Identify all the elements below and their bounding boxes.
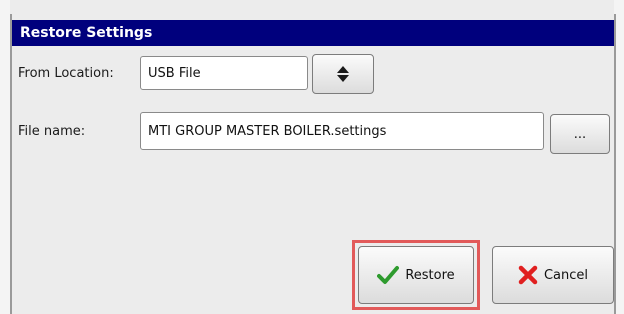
cancel-button[interactable]: Cancel bbox=[492, 246, 614, 304]
x-icon bbox=[518, 265, 538, 285]
dialog-title: Restore Settings bbox=[12, 20, 614, 46]
cancel-label: Cancel bbox=[543, 267, 589, 283]
file-name-field[interactable]: MTI GROUP MASTER BOILER.settings bbox=[140, 112, 544, 150]
from-location-value: USB File bbox=[148, 65, 201, 81]
browse-button[interactable]: ... bbox=[550, 114, 610, 154]
left-edge bbox=[0, 0, 10, 314]
file-name-value: MTI GROUP MASTER BOILER.settings bbox=[148, 123, 387, 139]
dialog-frame: Restore Settings From Location: USB File… bbox=[10, 14, 616, 314]
file-name-label: File name: bbox=[18, 124, 86, 139]
location-stepper-button[interactable] bbox=[312, 54, 374, 94]
restore-settings-dialog: Restore Settings From Location: USB File… bbox=[0, 0, 624, 314]
up-down-arrows-icon bbox=[336, 65, 350, 83]
restore-highlight-box bbox=[352, 240, 480, 310]
browse-label: ... bbox=[573, 126, 587, 142]
from-location-select[interactable]: USB File bbox=[140, 56, 308, 90]
from-location-label: From Location: bbox=[18, 66, 114, 81]
